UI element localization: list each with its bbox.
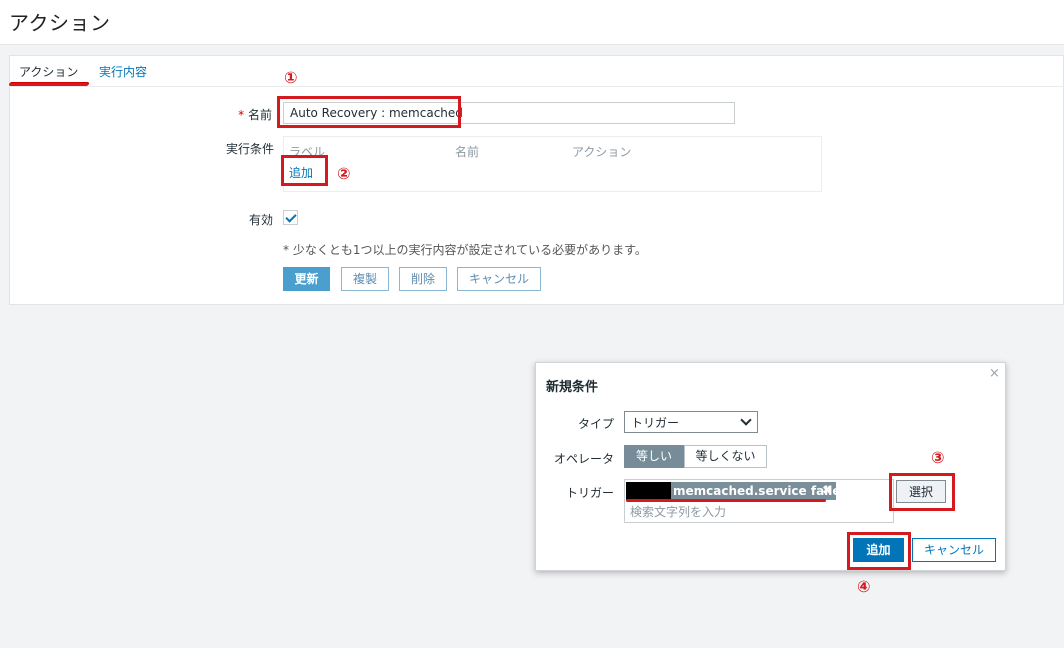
page-header — [0, 0, 1064, 45]
dialog-title: 新規条件 — [546, 380, 599, 395]
update-button[interactable]: 更新 — [283, 267, 330, 291]
delete-button[interactable]: 削除 — [399, 267, 447, 291]
trigger-label: トリガー — [565, 486, 614, 500]
name-label: * 名前 — [230, 106, 272, 123]
annotation-box-add — [281, 155, 328, 186]
trigger-search-placeholder[interactable]: 検索文字列を入力 — [630, 503, 726, 520]
page-title: アクション — [9, 11, 111, 35]
type-select-value: トリガー — [631, 416, 680, 430]
redacted-block — [626, 482, 671, 500]
conditions-col-action: アクション — [572, 145, 632, 159]
annotation-underline-trigger — [626, 499, 826, 502]
enabled-checkbox[interactable] — [283, 210, 298, 225]
tabs-divider — [9, 86, 1064, 87]
remove-icon[interactable]: ✖ — [822, 483, 832, 497]
close-icon[interactable]: × — [989, 366, 1000, 381]
conditions-table — [283, 136, 822, 192]
operations-required-note: * 少なくとも1つ以上の実行内容が設定されている必要があります。 — [283, 243, 647, 257]
type-label: タイプ — [577, 417, 614, 431]
enabled-label: 有効 — [248, 213, 273, 227]
cancel-button[interactable]: キャンセル — [457, 267, 541, 291]
annotation-box-select — [889, 473, 955, 511]
clone-button[interactable]: 複製 — [341, 267, 389, 291]
conditions-col-name: 名前 — [455, 145, 480, 159]
dialog-cancel-button[interactable]: キャンセル — [912, 538, 996, 562]
annotation-marker-2: ② — [337, 164, 351, 183]
tab-action[interactable]: アクション — [19, 63, 78, 80]
type-select[interactable]: トリガー — [624, 411, 758, 433]
annotation-marker-4: ④ — [857, 577, 871, 596]
operator-not-equals[interactable]: 等しくない — [684, 445, 767, 468]
annotation-box-dialog-add — [847, 532, 911, 570]
annotation-underline-tab — [9, 83, 88, 86]
annotation-marker-1: ① — [284, 68, 298, 87]
operator-equals[interactable]: 等しい — [624, 445, 684, 468]
operator-label: オペレータ — [553, 452, 614, 466]
annotation-marker-3: ③ — [931, 448, 945, 467]
tab-operations[interactable]: 実行内容 — [99, 63, 147, 80]
annotation-box-name — [277, 96, 461, 128]
required-mark: * — [238, 108, 245, 122]
name-label-text: 名前 — [247, 108, 272, 122]
conditions-label: 実行条件 — [225, 142, 274, 156]
